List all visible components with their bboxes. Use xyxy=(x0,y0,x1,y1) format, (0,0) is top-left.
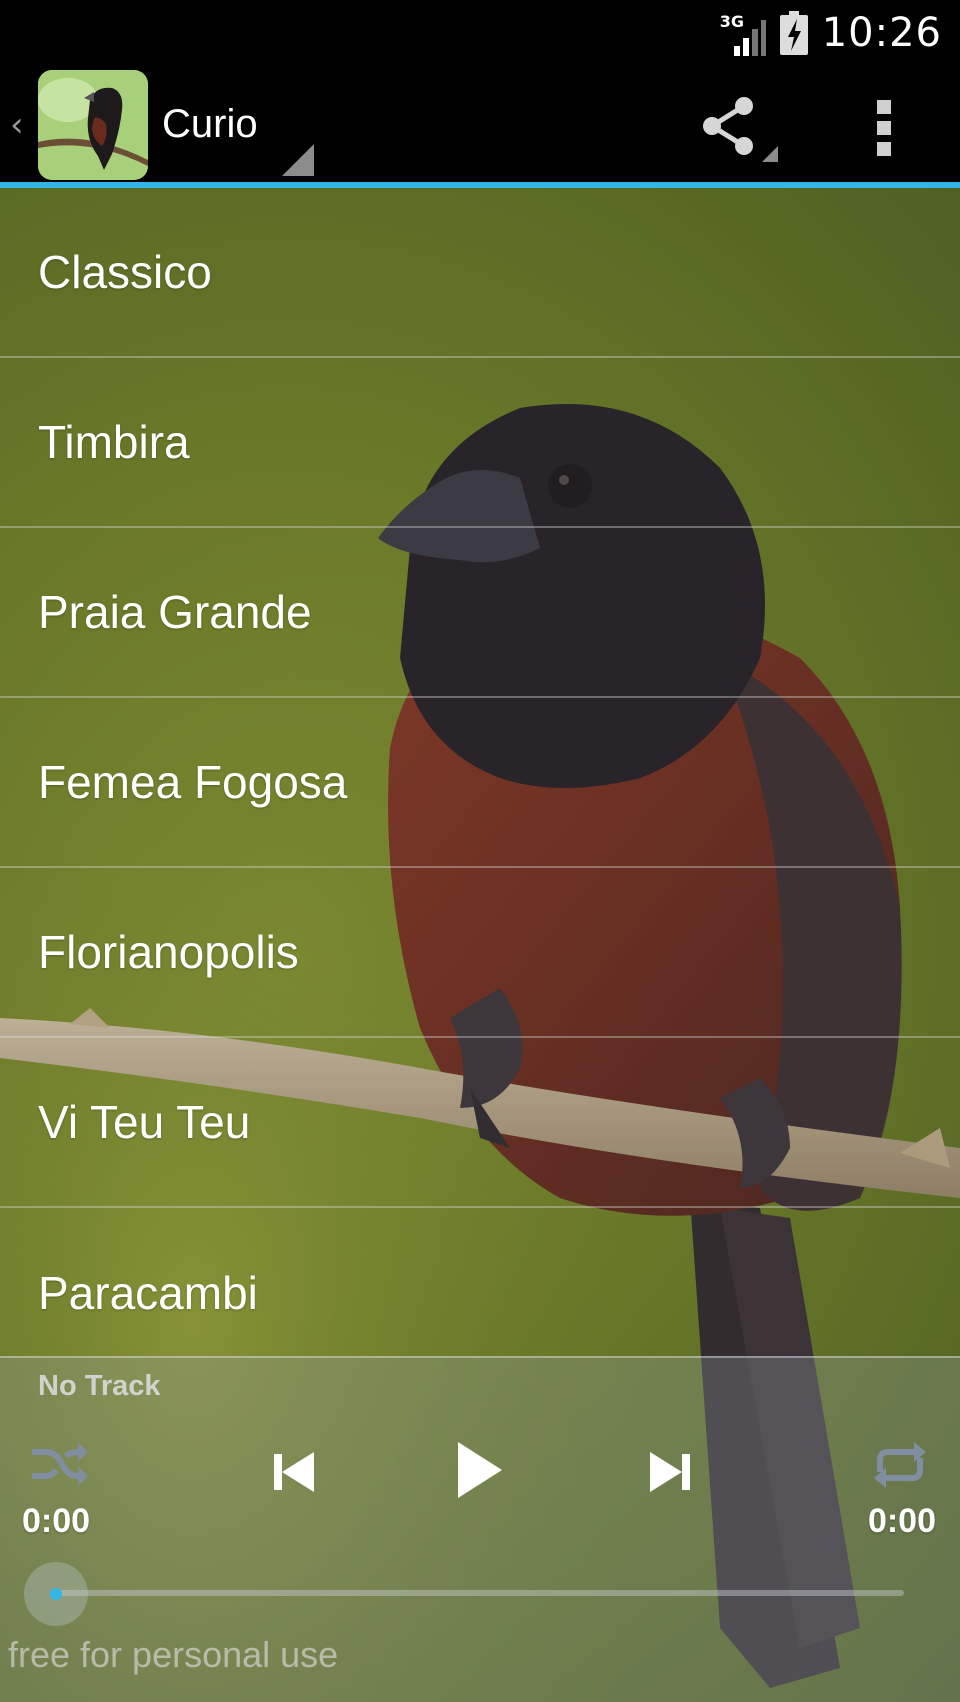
watermark-text: free for personal use xyxy=(8,1634,339,1675)
track-list-item[interactable]: Vi Teu Teu xyxy=(0,1038,960,1208)
share-button[interactable] xyxy=(696,94,780,162)
track-label: Vi Teu Teu xyxy=(38,1096,251,1148)
track-label: Classico xyxy=(38,246,212,298)
elapsed-time: 0:00 xyxy=(22,1502,91,1540)
play-icon[interactable] xyxy=(454,1440,504,1500)
clock: 10:26 xyxy=(821,10,942,56)
player-panel: No Track 0:00 0:00 free for personal use xyxy=(0,1356,960,1702)
now-playing-title: No Track xyxy=(38,1370,161,1402)
seek-thumb[interactable] xyxy=(50,1588,62,1600)
shuffle-icon[interactable] xyxy=(30,1442,88,1488)
share-menu-indicator-icon xyxy=(762,146,778,162)
track-list-item[interactable]: Florianopolis xyxy=(0,868,960,1038)
track-list-item[interactable]: Paracambi xyxy=(0,1208,960,1378)
track-label: Timbira xyxy=(38,416,190,468)
overflow-menu-button[interactable] xyxy=(862,88,906,168)
track-label: Paracambi xyxy=(38,1267,258,1319)
battery-charging-icon xyxy=(779,11,808,55)
total-time: 0:00 xyxy=(867,1502,936,1540)
action-bar: ‹ Curio xyxy=(0,66,960,188)
app-icon[interactable] xyxy=(38,70,148,180)
signal-icon: 3G xyxy=(720,10,766,56)
content-area: Classico Timbira Praia Grande Femea Fogo… xyxy=(0,188,960,1702)
track-list-item[interactable]: Femea Fogosa xyxy=(0,698,960,868)
status-bar: 3G 10:26 xyxy=(0,0,960,66)
track-label: Femea Fogosa xyxy=(38,756,348,808)
track-list-item[interactable]: Timbira xyxy=(0,358,960,528)
previous-icon[interactable] xyxy=(270,1448,318,1496)
page-title: Curio xyxy=(162,102,258,146)
next-icon[interactable] xyxy=(646,1448,694,1496)
track-list-item[interactable]: Praia Grande xyxy=(0,528,960,698)
track-label: Praia Grande xyxy=(38,586,312,638)
track-list: Classico Timbira Praia Grande Femea Fogo… xyxy=(0,188,960,1378)
spinner-indicator-icon[interactable] xyxy=(282,144,314,176)
repeat-icon[interactable] xyxy=(872,1442,928,1488)
overflow-menu-icon xyxy=(877,100,891,156)
up-caret-icon[interactable]: ‹ xyxy=(10,108,24,142)
track-list-item[interactable]: Classico xyxy=(0,188,960,358)
share-icon xyxy=(703,97,753,155)
status-icons: 3G 10:26 xyxy=(720,0,942,66)
track-label: Florianopolis xyxy=(38,926,299,978)
seek-bar[interactable] xyxy=(58,1590,904,1596)
